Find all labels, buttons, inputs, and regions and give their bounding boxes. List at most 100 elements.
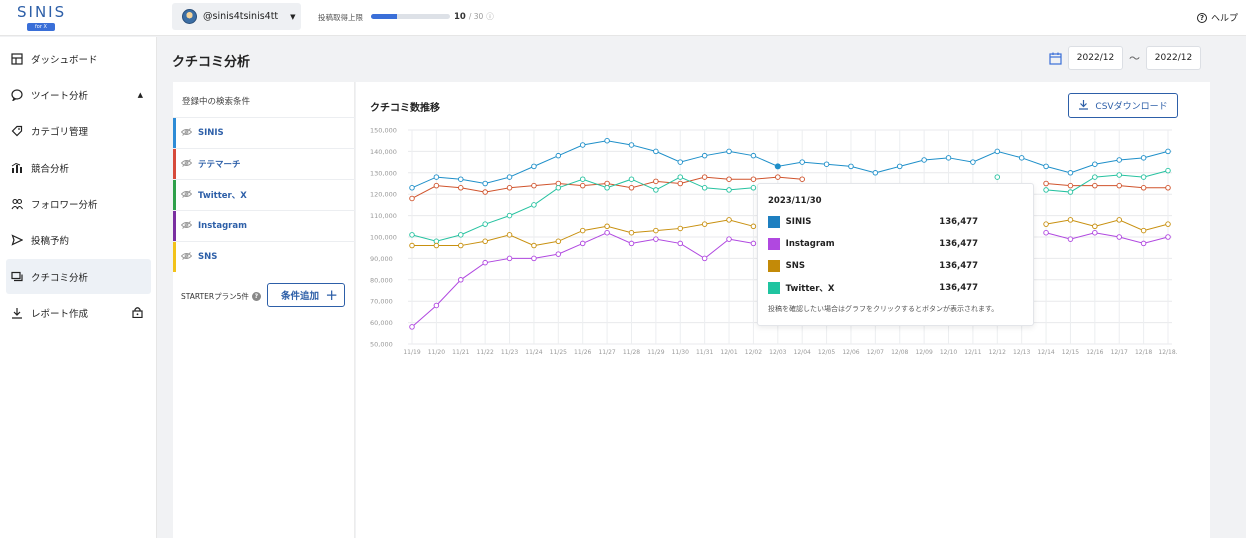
data-point (726, 148, 732, 155)
send-icon (11, 233, 23, 246)
data-point (433, 182, 440, 189)
plan-note: STARTERプラン5件 ? (181, 291, 261, 302)
condition-item[interactable]: Twitter、X (173, 179, 355, 210)
bars-icon (11, 162, 23, 174)
data-point (896, 163, 903, 170)
data-point (628, 142, 635, 148)
x-tick-label: 11/25 (550, 349, 567, 356)
add-condition-button[interactable]: 条件追加 + (267, 283, 345, 307)
data-point (1067, 182, 1074, 189)
x-tick-label: 12/17 (1111, 349, 1128, 356)
logo-badge: for X (27, 23, 55, 31)
data-point (775, 174, 781, 180)
data-point (506, 212, 513, 219)
eye-off-icon[interactable] (180, 251, 193, 263)
sidebar-item-schedule[interactable]: 投稿予約 (6, 222, 151, 257)
data-point (579, 176, 586, 182)
data-point (677, 159, 684, 165)
data-point (1116, 172, 1122, 178)
sidebar-item-label: カテゴリ管理 (31, 126, 89, 138)
avatar (182, 9, 197, 24)
condition-item[interactable]: SNS (173, 241, 355, 272)
data-point (604, 229, 610, 236)
data-point (750, 240, 757, 247)
condition-item[interactable]: Instagram (173, 210, 355, 241)
data-point (555, 251, 562, 257)
x-tick-label: 11/20 (428, 349, 445, 356)
quota-progress-fill (371, 14, 398, 19)
plus-icon: + (325, 286, 338, 304)
calendar-icon[interactable] (1049, 52, 1062, 65)
data-point (458, 242, 464, 249)
data-point (994, 148, 1001, 155)
app-logo[interactable]: SINIS for X (17, 4, 65, 31)
sidebar-item-follower[interactable]: フォロワー分析 (6, 186, 151, 221)
condition-color-bar (173, 180, 176, 210)
data-point (848, 163, 854, 170)
eye-off-icon[interactable] (180, 158, 193, 170)
data-point (872, 170, 879, 176)
data-point (921, 157, 927, 163)
x-tick-label: 11/23 (501, 349, 518, 356)
condition-item[interactable]: SINIS (173, 117, 355, 148)
data-point (1165, 185, 1171, 191)
data-point (1140, 240, 1147, 247)
tooltip-series-value: 136,477 (939, 239, 978, 249)
condition-item[interactable]: テテマーチ (173, 148, 355, 179)
data-point (1116, 182, 1122, 189)
sidebar-item-dashboard[interactable]: ダッシュボード (6, 41, 151, 76)
data-point (1140, 185, 1147, 191)
x-tick-label: 12/03 (769, 349, 786, 356)
eye-off-icon[interactable] (180, 220, 193, 232)
series-line (1046, 170, 1169, 193)
data-point (579, 142, 586, 148)
sidebar-item-tweet-analysis[interactable]: ツイート分析 ▲ (6, 77, 151, 112)
date-to-field[interactable]: 2022/12 (1146, 46, 1201, 70)
x-tick-label: 12/18. (1158, 349, 1177, 356)
info-icon[interactable]: ⓘ (486, 12, 494, 21)
eye-off-icon[interactable] (180, 189, 193, 201)
account-switcher[interactable]: @sinis4tsinis4tt ▼ (172, 3, 301, 30)
eye-off-icon[interactable] (180, 127, 193, 139)
tooltip-swatch (768, 216, 780, 228)
question-icon[interactable]: ? (251, 292, 261, 301)
help-button[interactable]: ? ヘルプ (1196, 11, 1238, 24)
data-point (677, 180, 684, 187)
y-tick-label: 50,000 (370, 341, 393, 349)
chat-icon (11, 88, 23, 101)
comments-icon (11, 271, 23, 283)
y-tick-label: 150,000 (370, 127, 397, 135)
condition-label: Twitter、X (198, 191, 247, 201)
x-tick-label: 12/12 (989, 349, 1006, 356)
data-point (1140, 155, 1147, 161)
data-point (458, 277, 464, 283)
sidebar-item-label: 競合分析 (31, 163, 70, 175)
data-point (604, 223, 610, 230)
data-point (677, 174, 684, 180)
sidebar-item-competitor[interactable]: 競合分析 (6, 150, 151, 185)
y-tick-label: 90,000 (370, 255, 393, 263)
data-point (726, 217, 732, 223)
sidebar-item-report[interactable]: レポート作成 (6, 295, 151, 330)
tag-icon (11, 125, 23, 137)
data-point (1092, 223, 1098, 230)
sidebar-item-kuchikomi[interactable]: クチコミ分析 (6, 259, 151, 294)
data-point (433, 302, 440, 309)
sidebar-item-label: 投稿予約 (31, 235, 70, 247)
date-from-field[interactable]: 2022/12 (1068, 46, 1123, 70)
data-point (579, 227, 586, 234)
caret-up-icon[interactable]: ▲ (138, 91, 143, 99)
conditions-heading: 登録中の検索条件 (182, 97, 251, 107)
data-point (531, 255, 537, 262)
sidebar-item-category[interactable]: カテゴリ管理 (6, 113, 151, 148)
data-point (750, 223, 757, 230)
data-point (531, 182, 537, 189)
data-point (701, 255, 708, 262)
data-point (579, 182, 586, 189)
series-line (1045, 232, 1169, 244)
data-point (726, 176, 732, 182)
data-point (799, 176, 805, 182)
x-tick-label: 11/29 (647, 349, 664, 356)
data-point (701, 221, 708, 227)
data-point (628, 240, 635, 247)
